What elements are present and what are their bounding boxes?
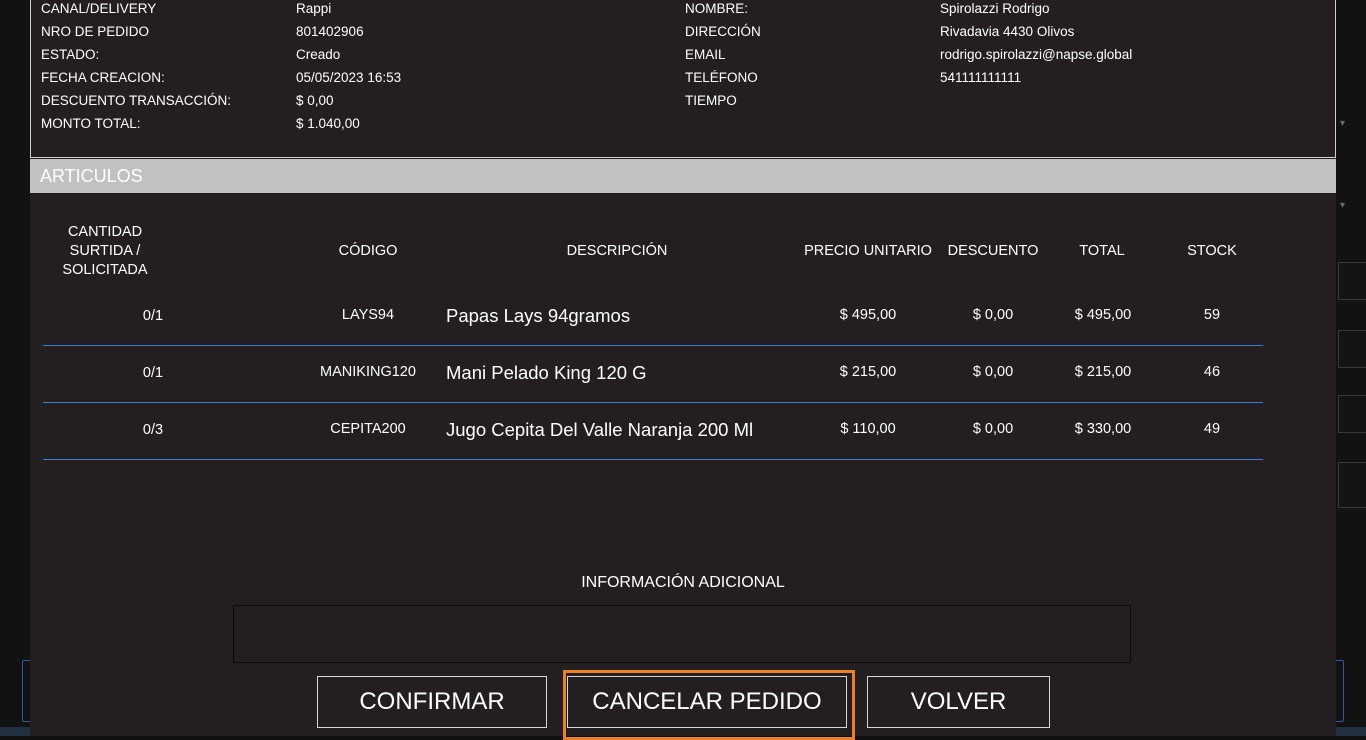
order-number-value: 801402906 [296, 24, 364, 39]
row-divider [43, 459, 1263, 460]
column-header-discount: DESCUENTO [947, 243, 1039, 259]
row-stock: 59 [1203, 307, 1221, 323]
order-field-label: FECHA CREACION: [41, 70, 165, 85]
customer-field-label: EMAIL [685, 47, 726, 62]
column-header-description: DESCRIPCIÓN [566, 243, 668, 259]
back-button[interactable]: VOLVER [867, 676, 1050, 728]
order-date-value: 05/05/2023 16:53 [296, 70, 402, 85]
confirm-button[interactable]: CONFIRMAR [317, 676, 547, 728]
row-unit-price: $ 495,00 [839, 307, 897, 323]
customer-email-value: rodrigo.spirolazzi@napse.global [940, 47, 1133, 62]
order-field-label: DESCUENTO TRANSACCIÓN: [41, 93, 232, 108]
background-input [1338, 395, 1366, 433]
row-quantity: 0/3 [142, 422, 164, 438]
order-detail-dialog: CANAL/DELIVERY Rappi NRO DE PEDIDO 80140… [30, 0, 1336, 740]
row-code: LAYS94 [341, 307, 395, 323]
row-description: Papas Lays 94gramos [446, 305, 631, 326]
additional-info-textarea[interactable] [233, 605, 1131, 663]
background-input [1338, 330, 1366, 368]
articles-section-header: ARTICULOS [30, 159, 1336, 193]
background-app-right-edge [1336, 0, 1366, 736]
customer-address-value: Rivadavia 4430 Olivos [940, 24, 1075, 39]
row-code: CEPITA200 [330, 421, 406, 437]
row-description: Jugo Cepita Del Valle Naranja 200 Ml [446, 419, 754, 440]
column-header-stock: STOCK [1187, 243, 1237, 259]
order-field-label: ESTADO: [41, 47, 100, 62]
order-info-panel: CANAL/DELIVERY Rappi NRO DE PEDIDO 80140… [30, 0, 1336, 158]
row-stock: 49 [1203, 421, 1221, 437]
background-calendar-box [1338, 462, 1366, 508]
additional-info-label: INFORMACIÓN ADICIONAL [581, 574, 785, 591]
customer-phone-value: 541111111111 [940, 70, 1022, 85]
column-header-total: TOTAL [1079, 243, 1125, 259]
row-discount: $ 0,00 [972, 364, 1014, 380]
column-header-quantity: CANTIDAD SURTIDA / SOLICITADA [45, 223, 165, 280]
order-field-label: NRO DE PEDIDO [41, 24, 150, 39]
row-quantity: 0/1 [142, 365, 164, 381]
background-input [1338, 262, 1366, 300]
row-quantity: 0/1 [142, 308, 164, 324]
column-header-quantity-line: CANTIDAD [67, 224, 143, 240]
row-discount: $ 0,00 [972, 421, 1014, 437]
order-field-label: MONTO TOTAL: [41, 116, 141, 131]
order-discount-value: $ 0,00 [296, 93, 334, 108]
row-description: Mani Pelado King 120 G [446, 362, 647, 383]
row-unit-price: $ 110,00 [840, 421, 896, 437]
order-status-value: Creado [296, 47, 341, 62]
order-channel-value: Rappi [296, 1, 332, 16]
row-code: MANIKING120 [320, 364, 416, 380]
row-discount: $ 0,00 [972, 307, 1014, 323]
column-header-quantity-line: SOLICITADA [62, 262, 148, 278]
chevron-down-icon: ▾ [1340, 200, 1346, 211]
row-total: $ 330,00 [1074, 421, 1132, 437]
customer-name-value: Spirolazzi Rodrigo [940, 1, 1050, 16]
order-total-value: $ 1.040,00 [296, 116, 360, 131]
customer-field-label: TELÉFONO [685, 70, 758, 85]
row-divider [43, 402, 1263, 403]
order-field-label: CANAL/DELIVERY [41, 1, 157, 16]
column-header-unit-price: PRECIO UNITARIO [804, 243, 932, 259]
chevron-down-icon: ▾ [1340, 118, 1346, 129]
row-total: $ 495,00 [1074, 307, 1132, 323]
background-app-left-edge [0, 0, 31, 736]
row-unit-price: $ 215,00 [839, 364, 897, 380]
cancel-order-button[interactable]: CANCELAR PEDIDO [567, 676, 847, 728]
row-divider [43, 345, 1263, 346]
column-header-code: CÓDIGO [338, 243, 398, 259]
customer-field-label: TIEMPO [685, 93, 737, 108]
customer-field-label: NOMBRE: [685, 1, 749, 16]
row-total: $ 215,00 [1074, 364, 1132, 380]
column-header-quantity-line: SURTIDA / [69, 243, 141, 259]
customer-field-label: DIRECCIÓN [685, 24, 761, 39]
row-stock: 46 [1203, 364, 1221, 380]
